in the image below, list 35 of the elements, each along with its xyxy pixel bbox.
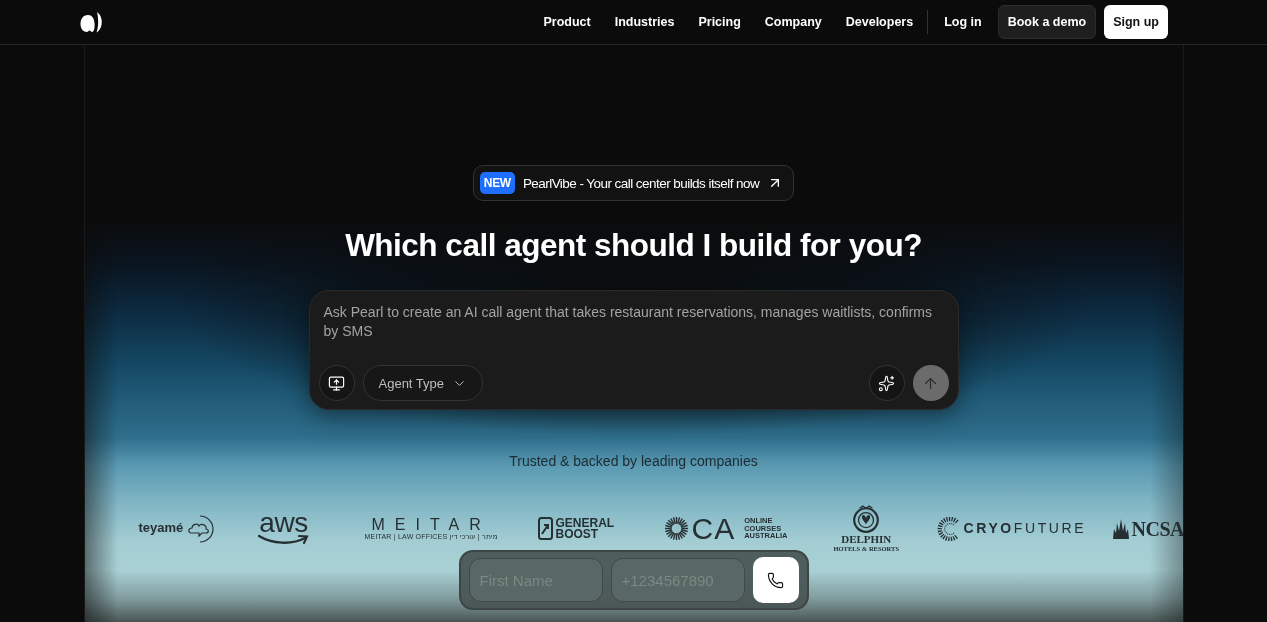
logo-wordmark: aws (259, 510, 308, 535)
book-demo-button[interactable]: Book a demo (997, 5, 1097, 39)
new-tag: NEW (479, 172, 515, 194)
nav-link[interactable]: Developers (845, 15, 914, 29)
logo-wordmark: MEITAR (371, 515, 491, 534)
sparkle-icon (878, 374, 895, 392)
hero-heading: Which call agent should I build for you? (345, 226, 922, 265)
monitor-upload-icon (328, 374, 345, 392)
phone-icon (767, 571, 784, 589)
arrow-square-icon (537, 517, 553, 541)
logo-wordmark: CA (691, 515, 736, 543)
nav-link[interactable]: Company (764, 15, 822, 29)
prompt-input[interactable]: Ask Pearl to create an AI call agent that takes restaurant reservations, manages waitlists, confirms by SMS (318, 301, 949, 365)
login-link[interactable]: Log in (944, 15, 982, 29)
logo-wordmark: DELPHIN (841, 534, 892, 545)
crest-icon (851, 505, 882, 534)
logo-wordmark: teyamé (138, 521, 184, 536)
nav-link[interactable]: Industries (614, 15, 675, 29)
logo-icon[interactable] (80, 11, 103, 33)
sparkle-button[interactable] (868, 365, 905, 401)
trusted-caption: Trusted & backed by leading companies (509, 452, 758, 471)
nav-link[interactable]: Pricing (698, 15, 741, 29)
screen-share-button[interactable] (318, 365, 355, 401)
call-button[interactable] (752, 557, 799, 603)
smile-arrow-icon (257, 534, 310, 547)
signup-button[interactable]: Sign up (1104, 5, 1168, 39)
sunburst-icon (663, 516, 689, 542)
prompt-box[interactable]: Ask Pearl to create an AI call agent that takes restaurant reservations, manages waitlists, confirms by SMS Agent Type (308, 290, 959, 410)
logo-wordmark: GENERAL BOOST (555, 517, 614, 540)
nav-link[interactable]: Product (543, 15, 591, 29)
announcement-text: PearlVibe - Your call center builds itself now (522, 175, 760, 191)
dotted-c-icon (936, 516, 959, 541)
cloud-icon (186, 513, 217, 544)
announcement-link[interactable]: NEW PearlVibe - Your call center builds itself now (472, 165, 795, 201)
agent-type-dropdown[interactable]: Agent Type (362, 365, 484, 401)
